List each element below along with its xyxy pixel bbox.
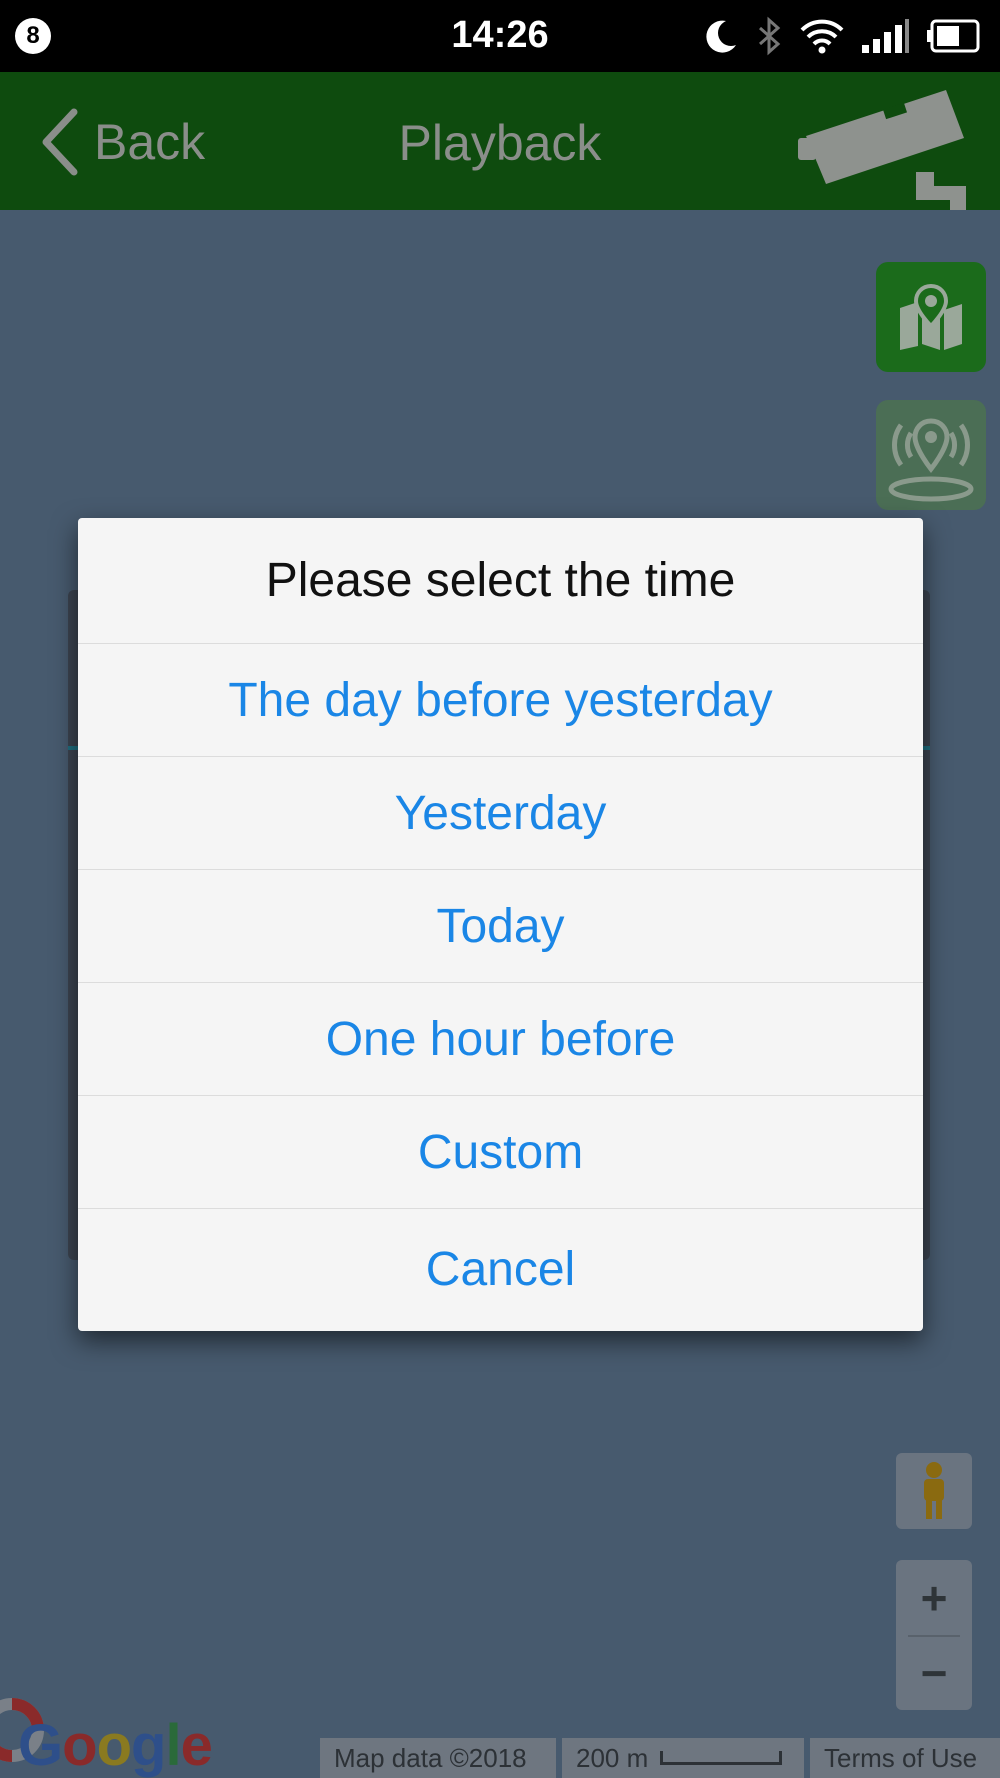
zoom-in-button[interactable]: + bbox=[896, 1560, 972, 1635]
option-yesterday[interactable]: Yesterday bbox=[78, 757, 923, 870]
google-logo: Google bbox=[18, 1713, 213, 1778]
map-mode-button[interactable] bbox=[876, 262, 986, 372]
cancel-button[interactable]: Cancel bbox=[78, 1209, 923, 1330]
app-header: Back Playback bbox=[0, 72, 1000, 214]
option-one-hour-before[interactable]: One hour before bbox=[78, 983, 923, 1096]
map-scale: 200 m bbox=[562, 1738, 804, 1778]
option-today[interactable]: Today bbox=[78, 870, 923, 983]
dialog-title: Please select the time bbox=[78, 518, 923, 644]
zoom-divider bbox=[908, 1635, 960, 1637]
moon-icon bbox=[706, 20, 736, 53]
cctv-camera-icon bbox=[798, 90, 966, 214]
battery-icon bbox=[927, 19, 980, 53]
bluetooth-icon bbox=[759, 16, 781, 56]
time-select-dialog: Please select the time The day before ye… bbox=[78, 518, 923, 1331]
pegman-icon bbox=[924, 1462, 944, 1519]
map-icon bbox=[900, 283, 962, 350]
scale-label: 200 m bbox=[576, 1742, 649, 1773]
zoom-control: + − bbox=[896, 1560, 972, 1710]
scale-bar bbox=[660, 1751, 783, 1765]
cell-signal-icon bbox=[862, 19, 909, 53]
option-day-before-yesterday[interactable]: The day before yesterday bbox=[78, 644, 923, 757]
status-icons bbox=[702, 14, 982, 58]
map-data-attribution: Map data ©2018 bbox=[320, 1738, 556, 1778]
terms-of-use-link[interactable]: Terms of Use bbox=[810, 1738, 1000, 1778]
wifi-icon bbox=[800, 19, 844, 54]
location-signal-icon bbox=[888, 418, 974, 502]
live-location-button[interactable] bbox=[876, 400, 986, 510]
street-view-pegman[interactable] bbox=[896, 1453, 972, 1529]
status-bar: 8 14:26 bbox=[0, 0, 1000, 72]
option-custom[interactable]: Custom bbox=[78, 1096, 923, 1209]
zoom-out-button[interactable]: − bbox=[896, 1635, 972, 1710]
